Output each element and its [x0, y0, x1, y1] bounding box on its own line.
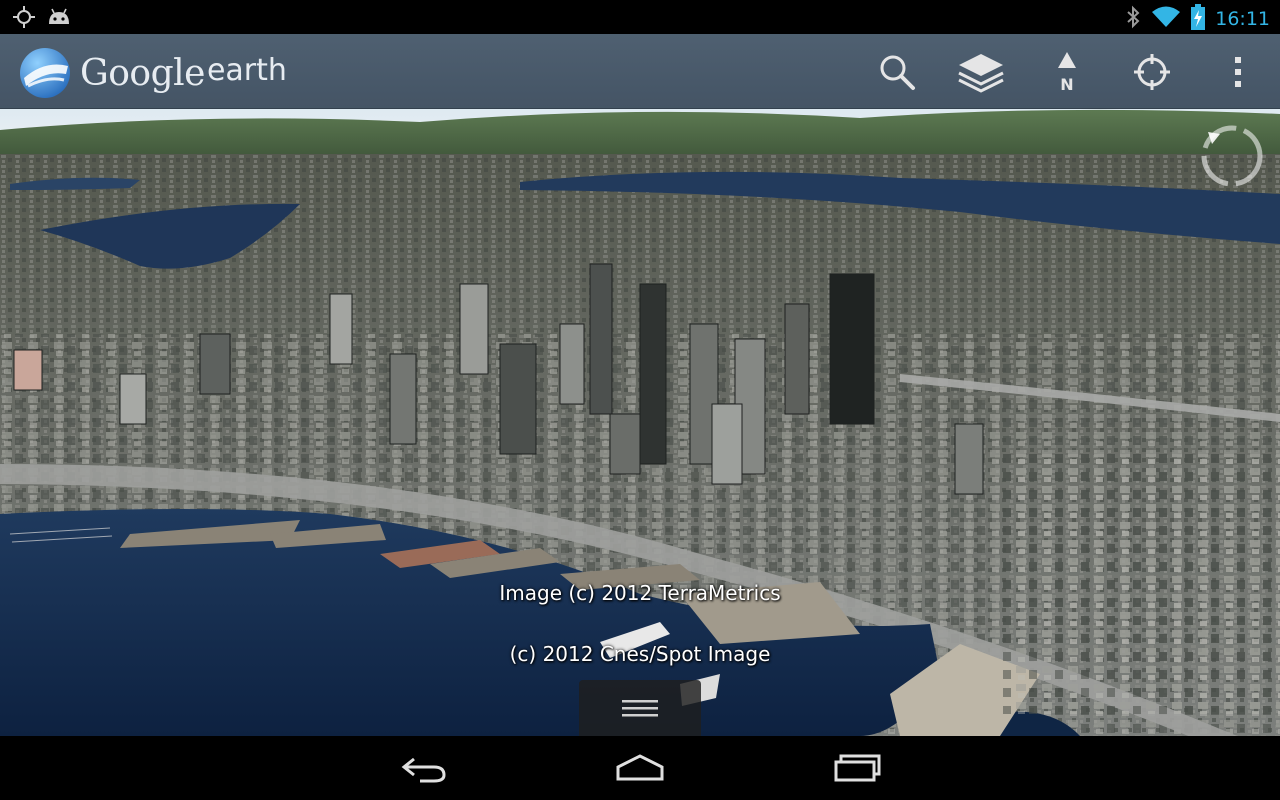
- app-name-google: Google: [80, 52, 205, 94]
- home-icon: [616, 754, 664, 781]
- search-button[interactable]: [871, 46, 923, 98]
- system-navigation-bar: [0, 736, 1280, 800]
- home-button[interactable]: [610, 748, 670, 788]
- north-button[interactable]: N: [1041, 46, 1093, 98]
- my-location-button[interactable]: [1126, 46, 1178, 98]
- earth-map-view[interactable]: [0, 34, 1280, 736]
- recent-apps-icon: [834, 754, 881, 782]
- my-location-icon: [1134, 54, 1170, 90]
- back-button[interactable]: [394, 748, 454, 788]
- north-icon: N: [1058, 52, 1076, 94]
- map-imagery: [0, 34, 1280, 736]
- recent-apps-button[interactable]: [828, 748, 888, 788]
- bluetooth-icon: [1125, 5, 1141, 33]
- layers-button[interactable]: [955, 46, 1007, 98]
- google-earth-globe-icon: [20, 48, 70, 98]
- status-time: 16:11: [1215, 8, 1270, 30]
- drawer-handle-icon: [622, 700, 658, 717]
- app-name-earth: earth: [206, 52, 287, 88]
- app-logo: Google earth: [18, 46, 287, 100]
- screen: 16:11 Google earth N Image (c) 2012 Terr…: [0, 0, 1280, 800]
- back-icon: [401, 757, 446, 783]
- imagery-attribution-terrametrics: Image (c) 2012 TerraMetrics: [499, 581, 781, 605]
- search-icon: [880, 55, 915, 90]
- overflow-menu-button[interactable]: [1212, 46, 1264, 98]
- imagery-attribution-cnes: (c) 2012 Cnes/Spot Image: [509, 642, 771, 666]
- gps-icon: [12, 5, 36, 33]
- overflow-menu-icon: [1235, 57, 1241, 87]
- layers-icon: [958, 54, 1004, 93]
- action-bar: Google earth N: [0, 34, 1280, 109]
- north-label: N: [1060, 75, 1073, 94]
- battery-charging-icon: [1191, 4, 1206, 34]
- status-bar: 16:11: [0, 0, 1280, 34]
- compass-icon: [1201, 125, 1263, 187]
- drawer-handle[interactable]: [579, 680, 701, 736]
- compass-widget[interactable]: [1198, 122, 1266, 190]
- android-icon: [46, 6, 72, 32]
- wifi-icon: [1151, 5, 1181, 33]
